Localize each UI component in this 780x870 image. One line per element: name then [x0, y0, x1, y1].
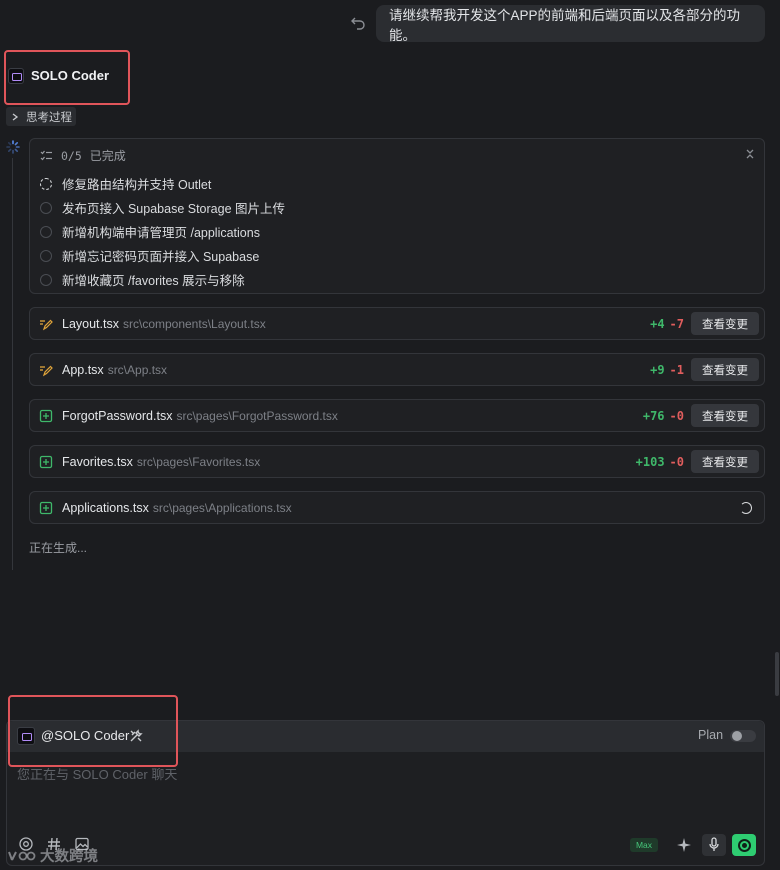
- timeline-line: [12, 158, 13, 570]
- file-name: Layout.tsx src\components\Layout.tsx: [62, 317, 266, 331]
- task-item: 新增忘记密码页面并接入 Supabase: [40, 246, 259, 265]
- file-change-row[interactable]: Applications.tsx src\pages\Applications.t…: [29, 491, 765, 524]
- lines-added: +4: [650, 317, 665, 331]
- file-name: Applications.tsx src\pages\Applications.t…: [62, 501, 292, 515]
- task-pending-icon: [40, 201, 52, 214]
- task-item: 发布页接入 Supabase Storage 图片上传: [40, 198, 285, 217]
- file-path: src\pages\Applications.tsx: [152, 501, 292, 515]
- diff-stats: +103 -0: [636, 455, 684, 469]
- plan-mode-label: Plan: [698, 728, 724, 742]
- diff-stats: +9 -1: [650, 363, 684, 377]
- scrollbar-thumb[interactable]: [775, 652, 779, 696]
- task-progress-count: 0/5: [61, 148, 82, 163]
- send-button[interactable]: [732, 834, 756, 856]
- view-changes-button[interactable]: 查看变更: [691, 312, 759, 335]
- task-progress-header: 0/5 已完成: [40, 147, 126, 164]
- watermark-text: 大数跨境: [40, 849, 98, 865]
- checklist-icon: [40, 150, 52, 160]
- task-item-label: 新增忘记密码页面并接入 Supabase: [62, 250, 260, 264]
- task-pending-icon: [40, 249, 52, 262]
- task-list-card: 0/5 已完成 修复路由结构并支持 Outlet 发布页接入 Supabase …: [29, 138, 765, 294]
- generating-status: 正在生成...: [29, 541, 88, 555]
- diff-stats: +76 -0: [643, 409, 684, 423]
- user-message-text: 请继续帮我开发这个APP的前端和后端页面以及各部分的功能。: [389, 7, 741, 43]
- file-name: ForgotPassword.tsx src\pages\ForgotPasswo…: [62, 409, 338, 423]
- edit-file-icon: [40, 365, 53, 377]
- new-file-icon: [39, 501, 53, 515]
- watermark: 大数跨境: [6, 845, 98, 866]
- lines-removed: -0: [669, 455, 684, 469]
- progress-spinner-icon: [6, 140, 20, 154]
- file-name: App.tsx src\App.tsx: [62, 363, 168, 377]
- view-changes-button[interactable]: 查看变更: [691, 358, 759, 381]
- file-name: Favorites.tsx src\pages\Favorites.tsx: [62, 455, 261, 469]
- edit-file-icon: [40, 319, 53, 331]
- lines-removed: -1: [669, 363, 684, 377]
- task-item: 新增机构端申请管理页 /applications: [40, 222, 260, 241]
- microphone-icon: [709, 837, 719, 851]
- agent-avatar: [8, 68, 24, 84]
- chevron-right-icon: [12, 112, 19, 121]
- file-change-row[interactable]: Layout.tsx src\components\Layout.tsx +4 -7…: [29, 307, 765, 340]
- file-path: src\pages\Favorites.tsx: [136, 455, 261, 469]
- task-item: 修复路由结构并支持 Outlet: [40, 174, 211, 193]
- new-file-icon: [39, 409, 53, 423]
- task-pending-icon: [40, 273, 52, 286]
- user-message: 请继续帮我开发这个APP的前端和后端页面以及各部分的功能。: [376, 5, 765, 43]
- max-mode-badge[interactable]: Max: [630, 838, 658, 852]
- file-change-row[interactable]: Favorites.tsx src\pages\Favorites.tsx +10…: [29, 445, 765, 478]
- task-in-progress-icon: [40, 177, 52, 190]
- view-changes-button[interactable]: 查看变更: [691, 450, 759, 473]
- task-item-label: 发布页接入 Supabase Storage 图片上传: [62, 202, 285, 216]
- lines-added: +103: [635, 455, 665, 469]
- lines-removed: -7: [669, 317, 684, 331]
- new-file-icon: [39, 455, 53, 469]
- thought-process-label: 思考过程: [26, 111, 72, 124]
- task-pending-icon: [40, 225, 52, 238]
- file-path: src\components\Layout.tsx: [122, 317, 266, 331]
- task-item-label: 新增机构端申请管理页 /applications: [62, 226, 260, 240]
- task-item-label: 修复路由结构并支持 Outlet: [62, 178, 212, 192]
- file-path: src\pages\ForgotPassword.tsx: [176, 409, 338, 423]
- task-progress-label: 已完成: [89, 149, 126, 163]
- file-path: src\App.tsx: [107, 363, 168, 377]
- microphone-button[interactable]: [702, 834, 726, 856]
- diff-stats: +4 -7: [650, 317, 684, 331]
- lines-added: +76: [642, 409, 665, 423]
- undo-icon[interactable]: [350, 14, 366, 30]
- composer-header-highlight: [8, 695, 178, 767]
- file-change-row[interactable]: App.tsx src\App.tsx +9 -1 查看变更: [29, 353, 765, 386]
- lines-added: +9: [650, 363, 665, 377]
- task-item: 新增收藏页 /favorites 展示与移除: [40, 270, 245, 289]
- loading-spinner-icon: [740, 502, 752, 514]
- task-item-label: 新增收藏页 /favorites 展示与移除: [62, 274, 245, 288]
- lines-removed: -0: [669, 409, 684, 423]
- collapse-icon[interactable]: [744, 148, 756, 160]
- chat-input[interactable]: [17, 764, 717, 784]
- agent-name: SOLO Coder: [31, 68, 110, 83]
- sparkle-icon[interactable]: [676, 837, 692, 853]
- thought-process-toggle[interactable]: 思考过程: [6, 107, 76, 126]
- view-changes-button[interactable]: 查看变更: [691, 404, 759, 427]
- plan-mode-toggle[interactable]: [730, 730, 756, 742]
- file-change-row[interactable]: ForgotPassword.tsx src\pages\ForgotPasswo…: [29, 399, 765, 432]
- watermark-logo-icon: [8, 851, 36, 860]
